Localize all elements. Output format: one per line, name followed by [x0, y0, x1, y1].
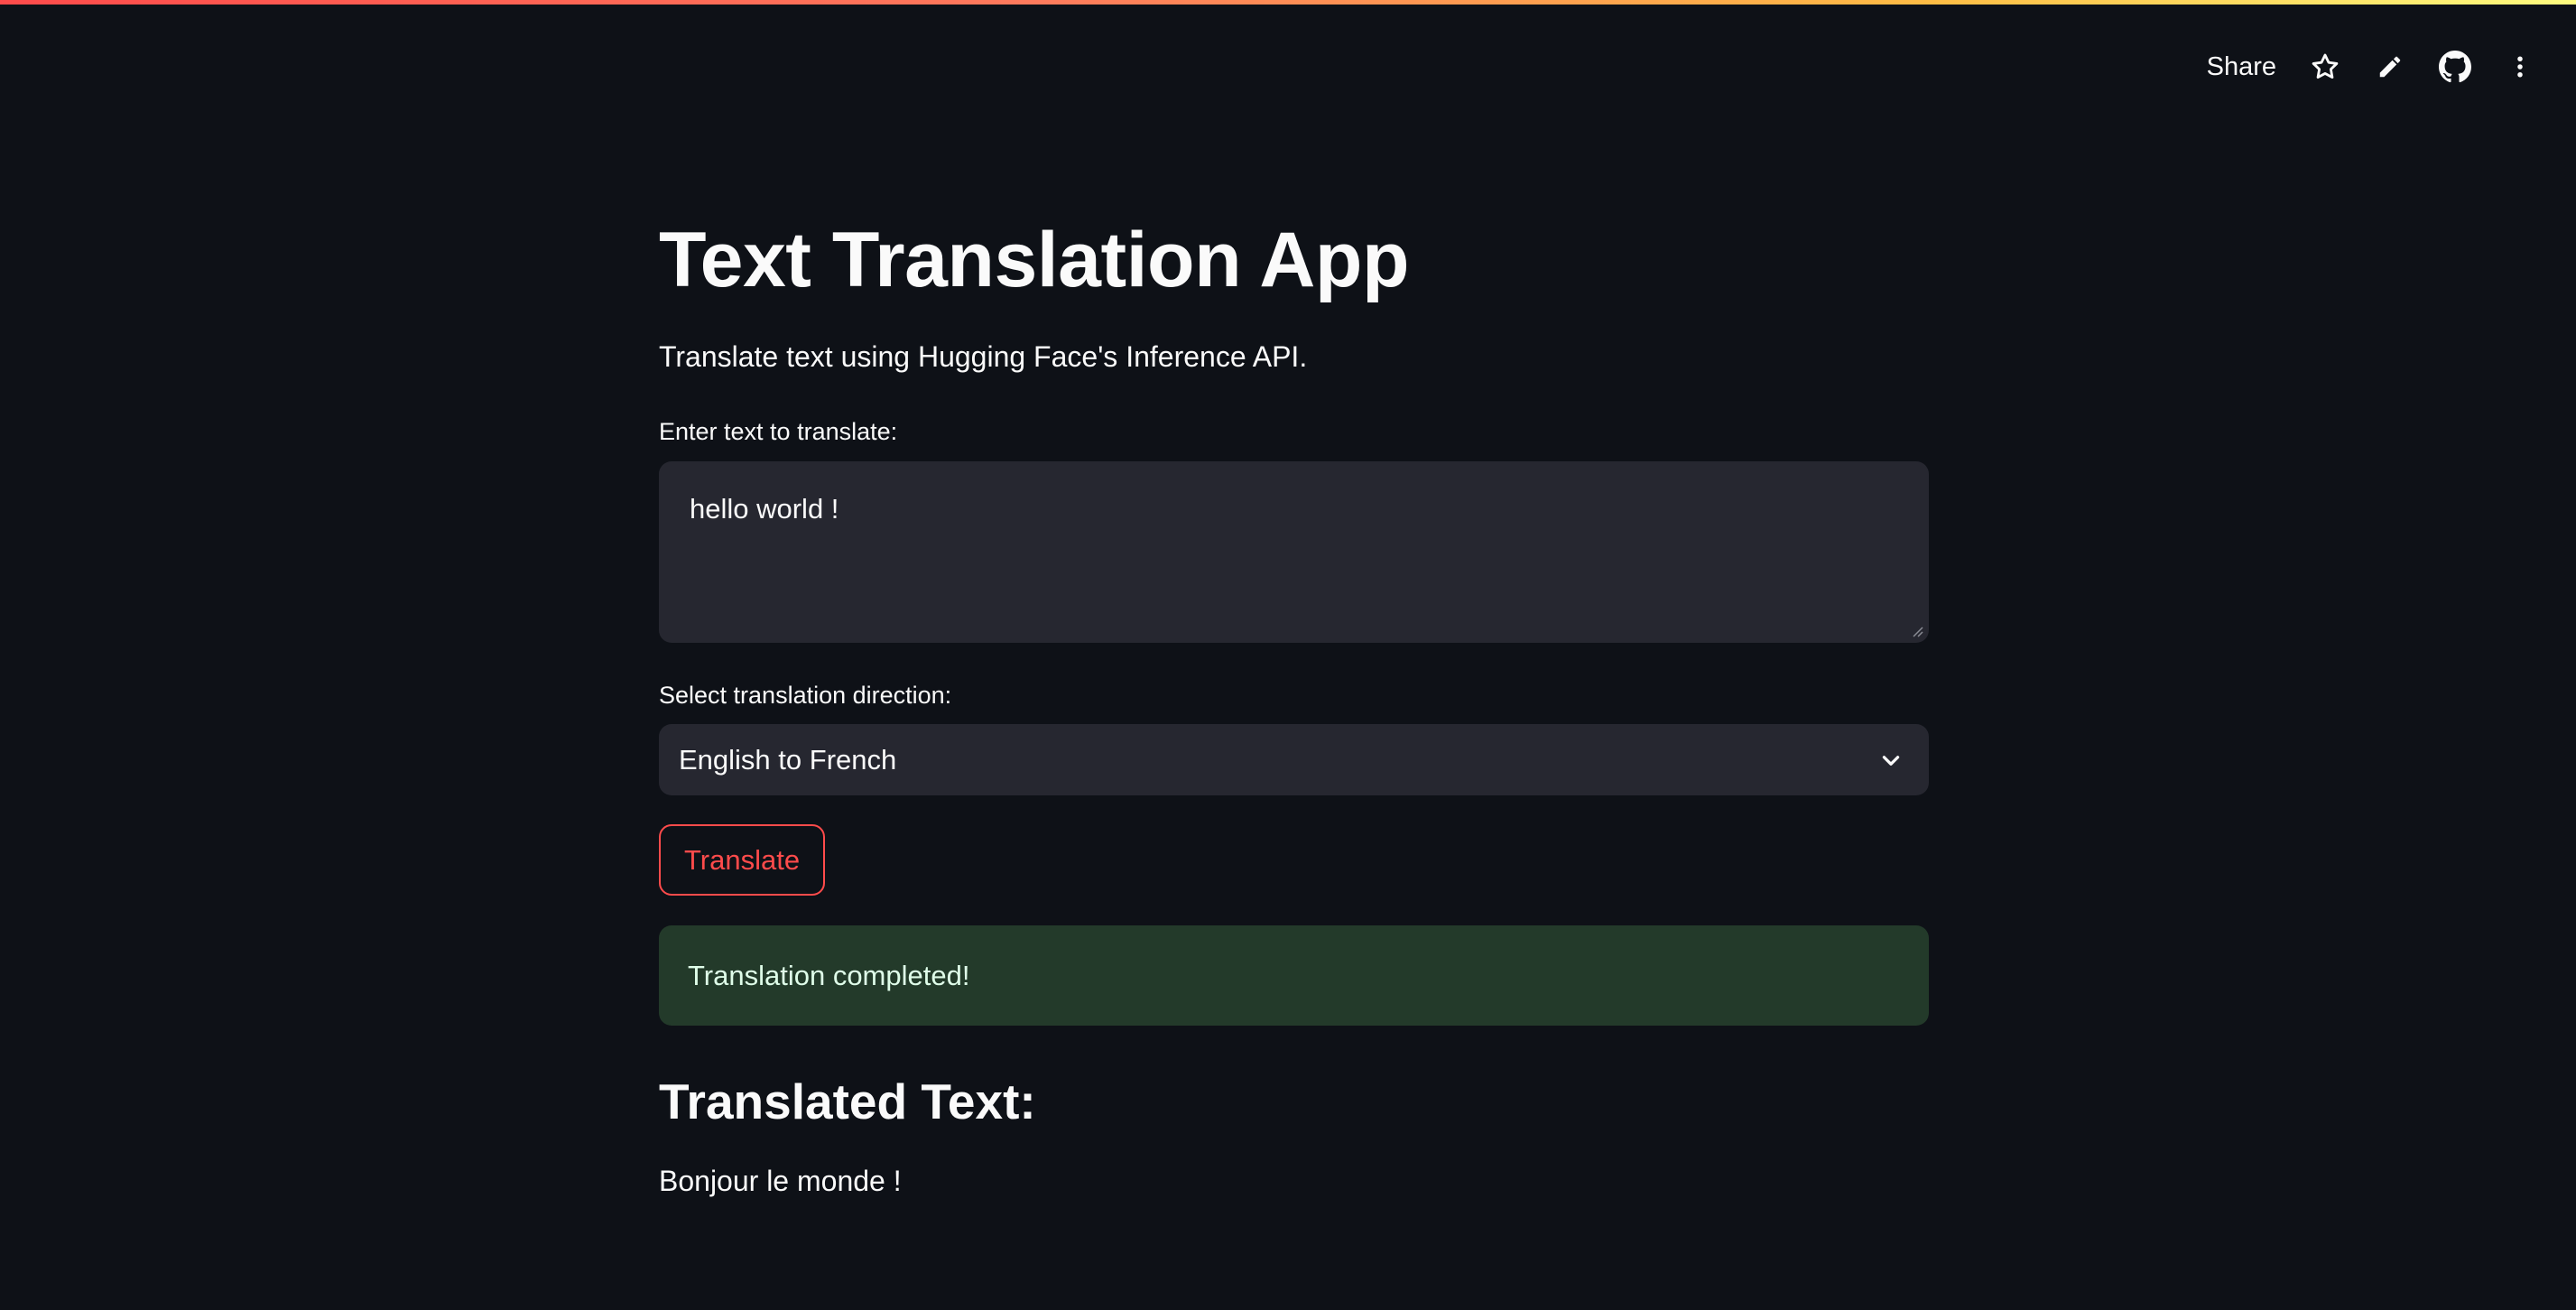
success-alert: Translation completed! — [659, 925, 1929, 1026]
header-toolbar: Share — [2191, 43, 2553, 90]
input-label: Enter text to translate: — [659, 418, 898, 445]
chevron-down-icon — [1873, 742, 1909, 778]
translated-text: Bonjour le monde ! — [659, 1165, 902, 1197]
github-icon[interactable] — [2423, 43, 2488, 90]
share-button[interactable]: Share — [2191, 43, 2293, 90]
result-heading: Translated Text: — [659, 1073, 1036, 1129]
star-icon[interactable] — [2293, 43, 2358, 90]
success-message: Translation completed! — [688, 959, 970, 991]
direction-label: Select translation direction: — [659, 682, 952, 709]
top-decoration-bar — [0, 0, 2576, 5]
translate-button[interactable]: Translate — [659, 824, 826, 896]
more-vertical-icon[interactable] — [2488, 43, 2553, 90]
direction-selected-value: English to French — [679, 743, 897, 776]
page-title: Text Translation App — [659, 217, 1409, 303]
page-subtitle: Translate text using Hugging Face's Infe… — [659, 340, 1308, 373]
pencil-icon[interactable] — [2358, 43, 2423, 90]
text-input-container: hello world ! — [659, 461, 1929, 643]
resize-handle-icon[interactable] — [1911, 625, 1923, 637]
text-input[interactable]: hello world ! — [659, 461, 1929, 643]
direction-select[interactable]: English to French — [659, 724, 1929, 795]
